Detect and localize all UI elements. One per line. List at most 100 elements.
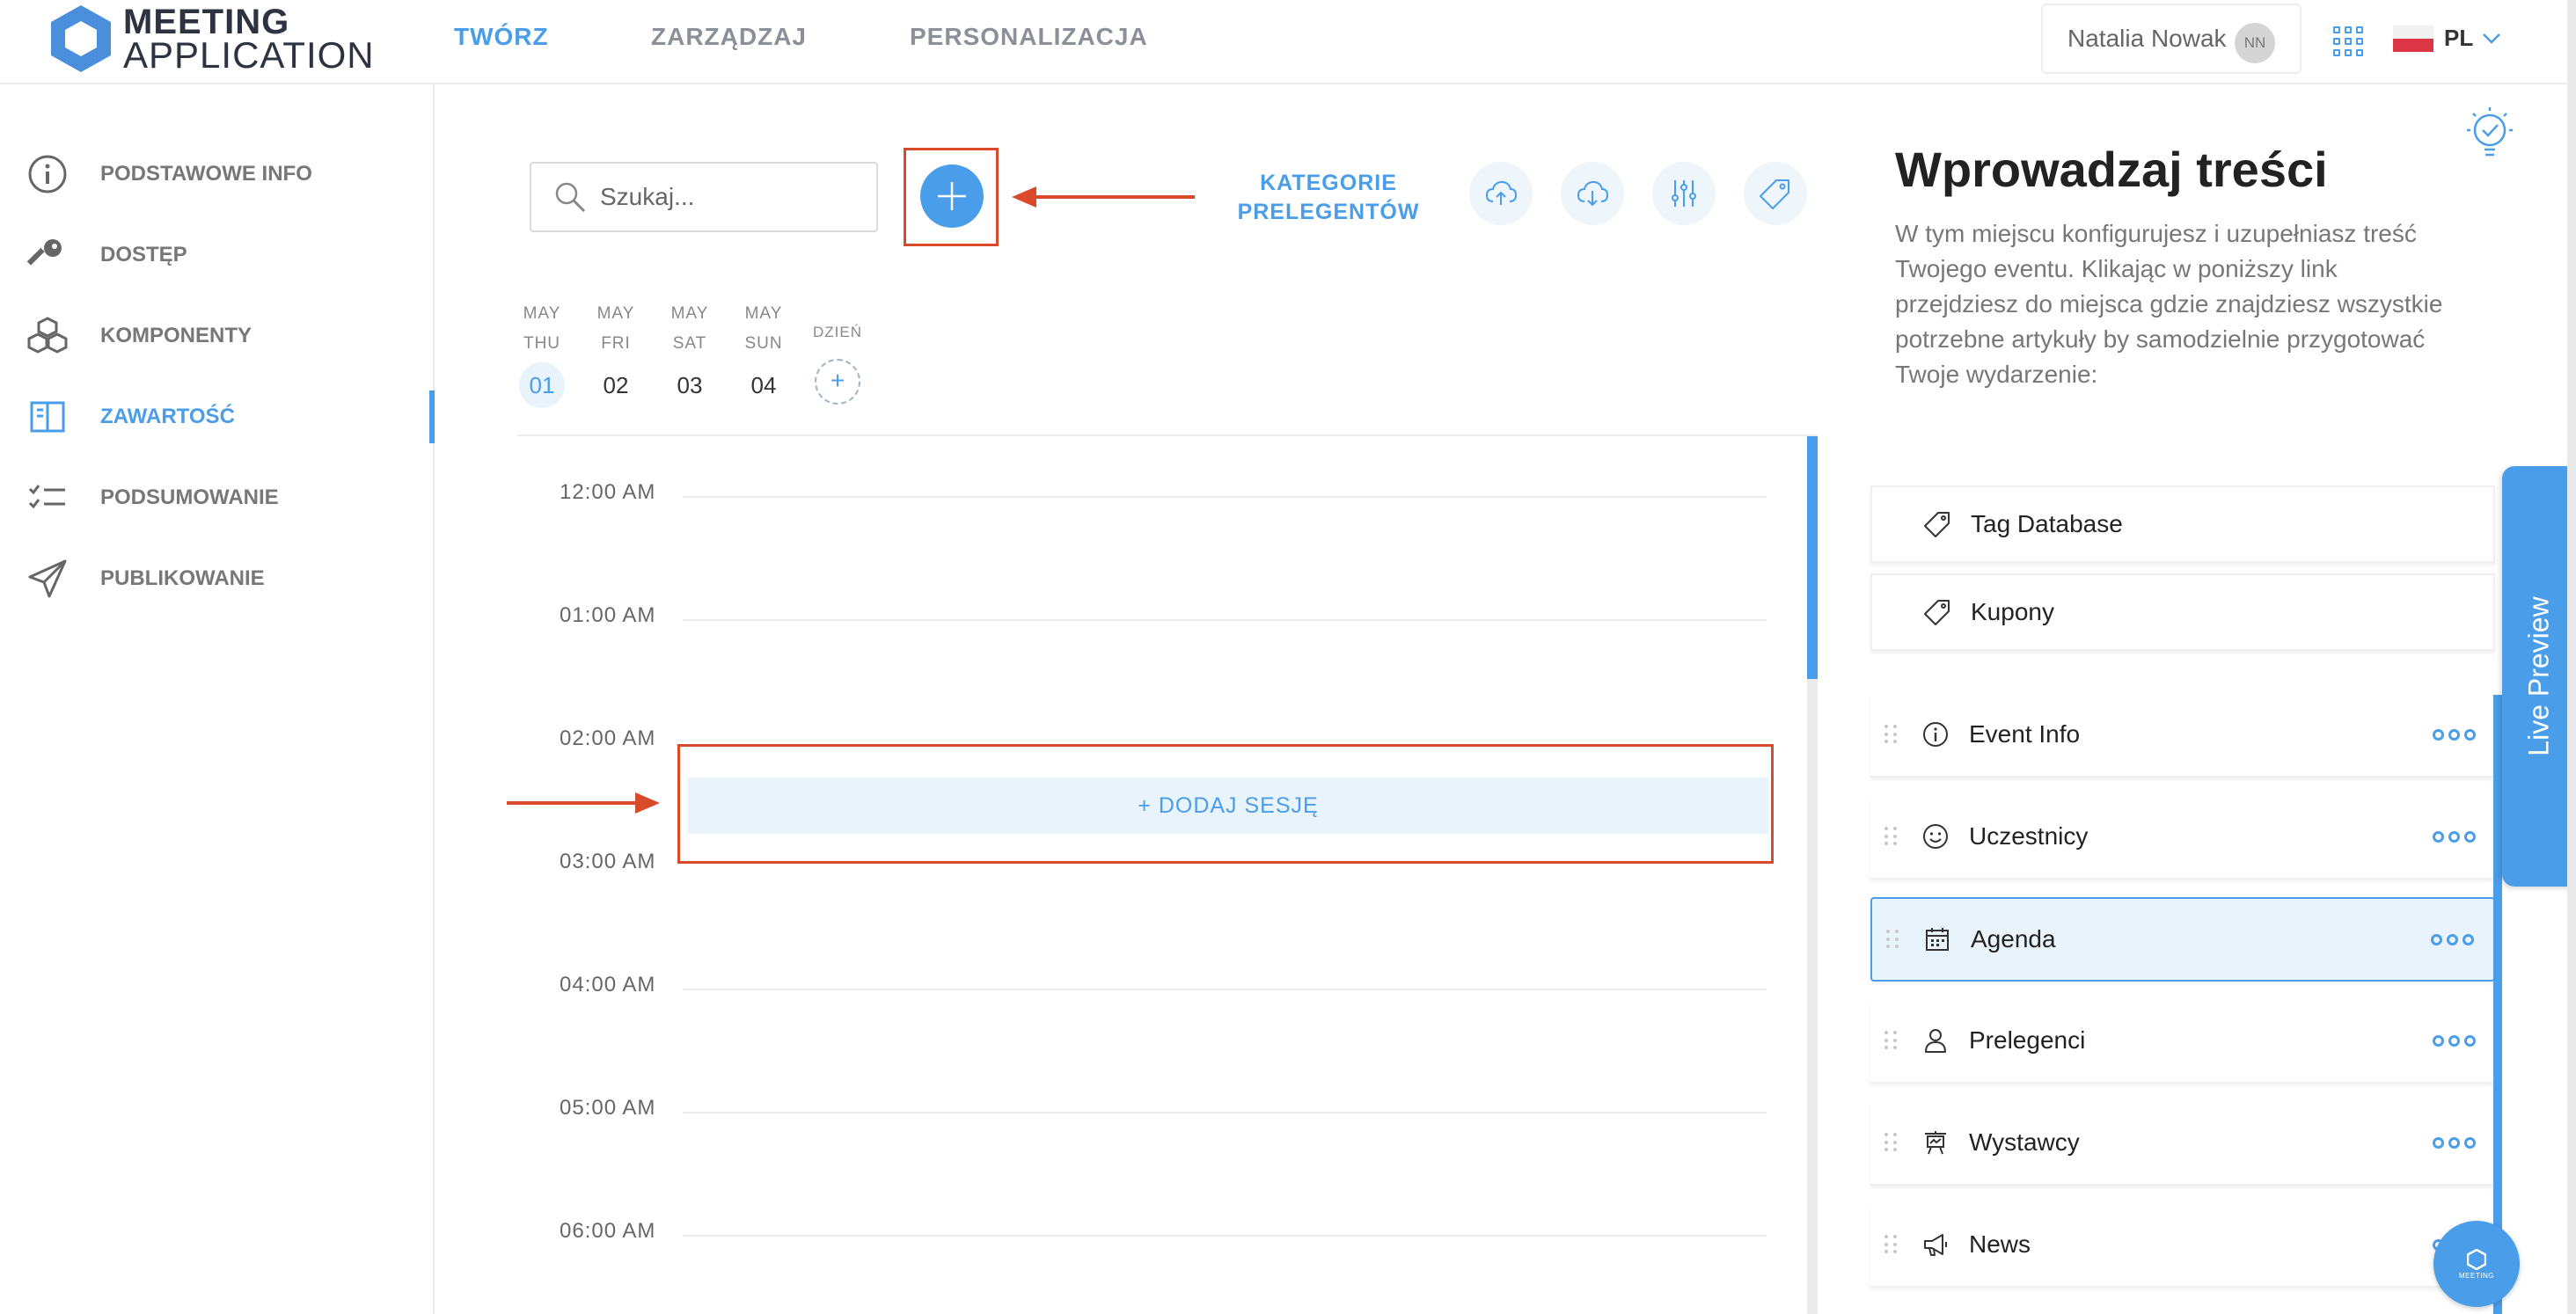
plus-icon [938, 182, 966, 210]
time-slot: 04:00 AM [528, 973, 1768, 1008]
add-day-button[interactable]: + [815, 359, 860, 405]
list-item-wystawcy[interactable]: Wystawcy [1870, 1101, 2495, 1186]
settings-button[interactable] [1652, 162, 1716, 225]
sidebar-item-podstawowe-info[interactable]: PODSTAWOWE INFO [0, 143, 435, 205]
person-icon [1925, 1029, 1946, 1053]
nav-zarzadzaj[interactable]: ZARZĄDZAJ [651, 23, 807, 51]
drag-handle-icon[interactable] [1884, 1133, 1899, 1152]
sidebar-item-publikowanie[interactable]: PUBLIKOWANIE [0, 548, 435, 610]
sidebar-item-dostep[interactable]: DOSTĘP [0, 224, 435, 286]
add-session-button[interactable]: + DODAJ SESJĘ [688, 777, 1768, 834]
annotation-arrow [1031, 195, 1195, 199]
day-weekday: SUN [744, 334, 783, 353]
list-item-news[interactable]: News [1870, 1203, 2495, 1288]
tag-icon [1924, 512, 1950, 537]
drag-handle-icon[interactable] [1884, 1031, 1899, 1050]
app-logo[interactable]: MEETING APPLICATION [48, 2, 375, 76]
download-button[interactable] [1561, 162, 1624, 225]
upload-button[interactable] [1469, 162, 1533, 225]
user-name: Natalia Nowak [2067, 25, 2227, 52]
panel-title: Wprowadzaj treści [1895, 142, 2328, 197]
tags-button[interactable] [1744, 162, 1807, 225]
day-tab[interactable]: MAY FRI 02 [589, 299, 642, 408]
more-options-icon[interactable] [2433, 728, 2476, 741]
sidebar-item-label: ZAWARTOŚĆ [100, 405, 235, 428]
day-weekday: FRI [601, 334, 631, 353]
tag-database-link[interactable]: Tag Database [1870, 485, 2495, 563]
poland-flag-icon [2393, 25, 2433, 52]
drag-handle-icon[interactable] [1884, 1235, 1899, 1254]
chevron-down-icon [2483, 33, 2501, 44]
sidebar-item-podsumowanie[interactable]: PODSUMOWANIE [0, 467, 435, 529]
drag-handle-icon[interactable] [1884, 827, 1899, 846]
page-scrollbar[interactable] [2567, 0, 2576, 1314]
list-item-label: Agenda [1971, 925, 2056, 953]
sidebar-item-label: PUBLIKOWANIE [100, 566, 265, 590]
live-preview-tab[interactable]: Live Preview [2502, 466, 2576, 887]
speaker-categories-button[interactable]: KATEGORIE PRELEGENTÓW [1232, 169, 1425, 227]
drag-handle-icon[interactable] [1886, 930, 1900, 949]
time-label: 04:00 AM [560, 973, 656, 996]
sidebar-item-zawartosc[interactable]: ZAWARTOŚĆ [0, 386, 435, 448]
time-label: 03:00 AM [560, 850, 656, 873]
list-item-label: Event Info [1969, 720, 2081, 748]
key-icon [26, 239, 62, 266]
time-label: 06:00 AM [560, 1219, 656, 1243]
time-slot: 12:00 AM [528, 480, 1768, 515]
avatar: NN [2235, 23, 2275, 63]
cloud-download-icon [1577, 180, 1609, 207]
list-item-uczestnicy[interactable]: Uczestnicy [1870, 795, 2495, 880]
tag-icon [1760, 179, 1789, 209]
arrowhead-left-icon [1012, 186, 1036, 208]
panel-scrollbar[interactable] [2493, 695, 2502, 1314]
day-month: MAY [596, 304, 635, 323]
arrowhead-right-icon [635, 792, 660, 814]
calendar-scrollbar[interactable] [1807, 436, 1818, 1314]
search-input[interactable] [600, 183, 864, 211]
time-slot: 01:00 AM [528, 603, 1768, 639]
card-label: Tag Database [1971, 510, 2123, 537]
more-options-icon[interactable] [2431, 933, 2474, 945]
more-options-icon[interactable] [2433, 830, 2476, 843]
chat-widget-button[interactable]: MEETING [2433, 1221, 2520, 1307]
cubes-icon [27, 317, 68, 354]
coupons-link[interactable]: Kupony [1870, 573, 2495, 651]
day-tab[interactable]: MAY SAT 03 [663, 299, 716, 408]
add-button[interactable] [920, 164, 984, 228]
calendar-icon [1926, 928, 1949, 951]
language-code: PL [2444, 25, 2474, 51]
tag-icon [1924, 600, 1950, 625]
time-label: 01:00 AM [560, 603, 656, 627]
scrollbar-thumb[interactable] [1807, 436, 1818, 679]
cloud-upload-icon [1485, 180, 1518, 205]
speaker-categories-line1: KATEGORIE [1260, 171, 1397, 195]
lightbulb-icon[interactable] [2463, 104, 2516, 162]
list-item-label: Uczestnicy [1969, 822, 2089, 850]
nav-personalizacja[interactable]: PERSONALIZACJA [910, 23, 1148, 51]
day-number: 04 [750, 372, 777, 398]
day-month: MAY [670, 304, 709, 323]
sidebar-item-label: KOMPONENTY [100, 324, 252, 347]
day-tab[interactable]: MAY SUN 04 [737, 299, 790, 408]
day-tab[interactable]: MAY THU 01 [516, 299, 568, 408]
checklist-icon [28, 485, 65, 509]
card-label: Kupony [1971, 598, 2054, 625]
day-number: 02 [603, 372, 629, 398]
info-icon [28, 155, 67, 193]
smiley-icon [1923, 824, 1948, 849]
content-icon [30, 401, 65, 433]
active-indicator [429, 391, 435, 443]
list-item-prelegenci[interactable]: Prelegenci [1870, 999, 2495, 1084]
list-item-event-info[interactable]: Event Info [1870, 693, 2495, 777]
sidebar-item-komponenty[interactable]: KOMPONENTY [0, 305, 435, 367]
search-box[interactable] [530, 162, 878, 232]
list-item-agenda[interactable]: Agenda [1870, 897, 2495, 982]
apps-grid-icon[interactable] [2333, 26, 2363, 56]
nav-tworz[interactable]: TWÓRZ [454, 23, 549, 51]
user-menu[interactable]: Natalia Nowak NN [2041, 4, 2302, 74]
booth-icon [1925, 1131, 1946, 1155]
drag-handle-icon[interactable] [1884, 725, 1899, 744]
more-options-icon[interactable] [2433, 1136, 2476, 1149]
language-selector[interactable]: PL [2393, 25, 2501, 52]
more-options-icon[interactable] [2433, 1034, 2476, 1047]
